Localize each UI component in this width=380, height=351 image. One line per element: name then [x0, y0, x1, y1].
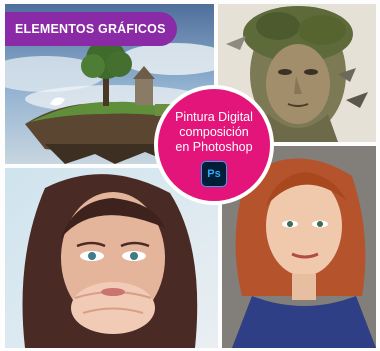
badge-line-2: composición — [179, 125, 249, 139]
photoshop-icon: Ps — [201, 161, 227, 187]
category-banner: ELEMENTOS GRÁFICOS — [5, 12, 177, 46]
image-collage: ELEMENTOS GRÁFICOS Pintura Digital compo… — [0, 0, 380, 351]
badge-line-3: en Photoshop — [175, 140, 253, 154]
badge-line-1: Pintura Digital — [175, 110, 253, 124]
title-badge: Pintura Digital composición en Photoshop… — [154, 85, 274, 205]
photoshop-icon-text: Ps — [207, 168, 221, 180]
category-banner-label: ELEMENTOS GRÁFICOS — [15, 22, 166, 36]
